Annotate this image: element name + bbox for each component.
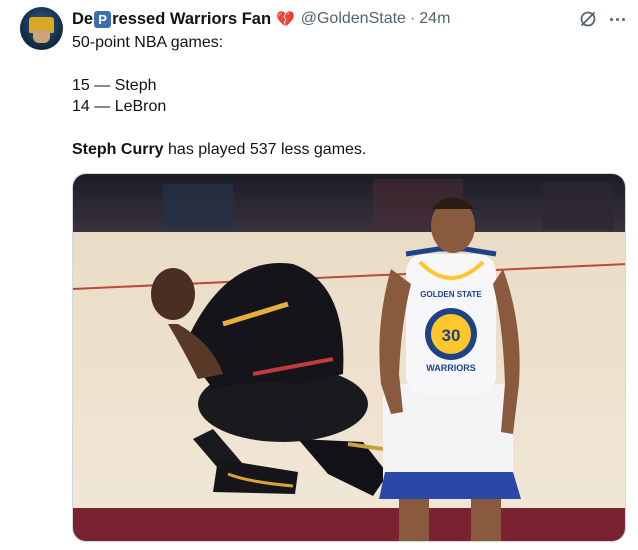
separator-dot: · bbox=[409, 10, 416, 27]
timestamp[interactable]: 24m bbox=[419, 10, 450, 28]
court-paint bbox=[73, 508, 625, 541]
tweet-line-1: 50-point NBA games: bbox=[72, 34, 224, 51]
tweet: De Pressed Warriors Fan 💔 @GoldenState · 2… bbox=[0, 0, 638, 550]
tweet-line-2: 15 — Steph bbox=[72, 77, 157, 94]
user-handle[interactable]: @GoldenState bbox=[301, 10, 406, 28]
avatar-face bbox=[33, 30, 50, 43]
broken-heart-icon: 💔 bbox=[276, 11, 295, 28]
tweet-line-3: 14 — LeBron bbox=[72, 98, 167, 115]
tweet-line-4: Steph Curry has played 537 less games. bbox=[72, 140, 366, 160]
logo-bottom-text: WARRIORS bbox=[426, 363, 476, 373]
tweet-header: De Pressed Warriors Fan 💔 @GoldenState · 2… bbox=[72, 9, 450, 29]
tweet-rest-text: has played 537 less games. bbox=[163, 141, 367, 158]
more-icon[interactable] bbox=[607, 9, 627, 29]
jersey-number: 30 bbox=[442, 326, 461, 345]
avatar[interactable] bbox=[20, 7, 63, 50]
photo-illustration: 30 GOLDEN STATE WARRIORS bbox=[73, 174, 625, 541]
display-name[interactable]: De Pressed Warriors Fan 💔 bbox=[72, 10, 295, 29]
no-entry-icon[interactable] bbox=[578, 9, 598, 29]
tweet-bold-text: Steph Curry bbox=[72, 141, 164, 158]
parking-badge-icon: P bbox=[94, 10, 112, 28]
logo-top-text: GOLDEN STATE bbox=[420, 290, 482, 299]
tweet-photo[interactable]: 30 GOLDEN STATE WARRIORS bbox=[72, 173, 626, 542]
display-name-suffix: ressed Warriors Fan bbox=[112, 9, 272, 28]
display-name-prefix: De bbox=[72, 9, 94, 28]
